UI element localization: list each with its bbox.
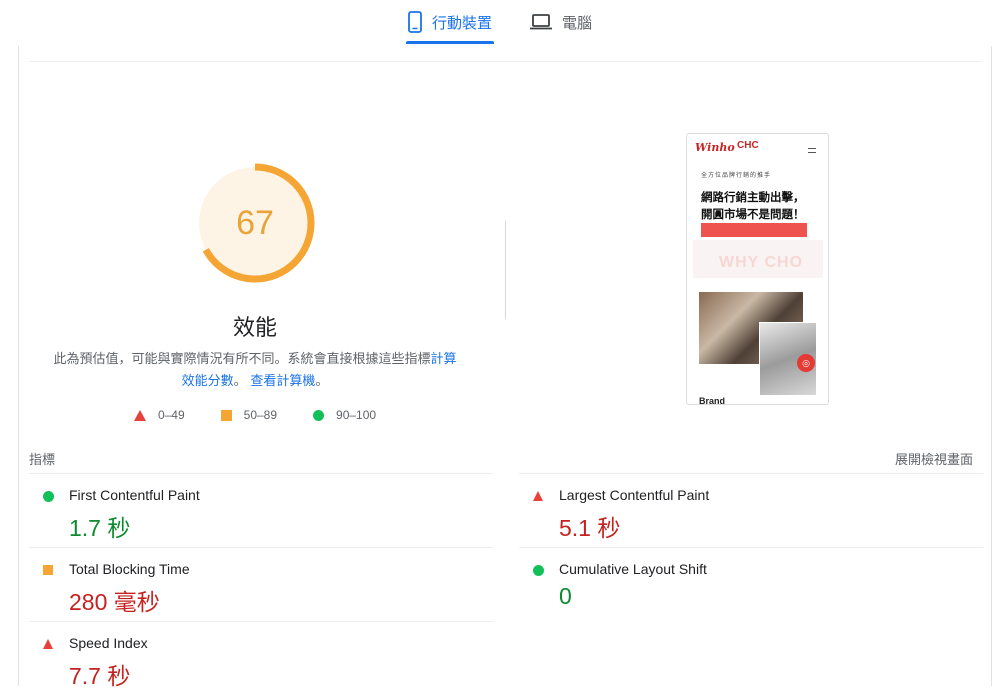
metric-value: 5.1 秒 — [559, 515, 621, 541]
legend-average: 50–89 — [220, 408, 278, 422]
mobile-icon — [408, 11, 422, 33]
performance-score: 67 — [236, 203, 274, 242]
chc-logo: CHC — [737, 140, 759, 151]
metric-name: Speed Index — [69, 635, 148, 651]
hero-subtitle: 全方位品牌行銷的推手 — [701, 173, 772, 179]
metric-name: Cumulative Layout Shift — [559, 561, 707, 577]
tab-mobile-label: 行動裝置 — [431, 14, 492, 32]
fail-triangle-icon — [43, 639, 53, 649]
performance-description: 此為預估值，可能與實際情況有所不同。系統會直接根據這些指標計算效能分數。 查看計… — [49, 348, 461, 392]
average-square-icon — [220, 409, 232, 421]
legend-pass: 90–100 — [313, 408, 376, 422]
score-legend: 0–49 50–89 90–100 — [19, 408, 491, 422]
metrics-heading: 指標 — [29, 452, 56, 467]
description-text: 此為預估值，可能與實際情況有所不同。系統會直接根據這些指標 — [53, 351, 431, 366]
metric-name: First Contentful Paint — [69, 487, 200, 503]
hamburger-menu-icon — [808, 148, 816, 153]
pass-circle-icon — [313, 409, 325, 421]
hero-bar — [701, 223, 807, 237]
metric-value: 0 — [559, 583, 572, 609]
tab-desktop-label: 電腦 — [562, 14, 593, 32]
brand-text: Brand — [699, 396, 726, 405]
tab-desktop[interactable]: 電腦 — [528, 0, 594, 44]
legend-pass-label: 90–100 — [336, 408, 377, 422]
page-screenshot[interactable]: Winho CHC 全方位品牌行銷的推手 網路行銷主動出擊，開圓市場不是問題！ … — [686, 133, 829, 405]
robot-badge-icon: ◎ — [797, 354, 815, 372]
tab-mobile[interactable]: 行動裝置 — [405, 0, 495, 44]
metric-cls: Cumulative Layout Shift 0 — [519, 547, 983, 621]
metric-value: 280 毫秒 — [69, 589, 160, 615]
description-sep: 。 — [233, 373, 247, 388]
legend-fail: 0–49 — [133, 408, 185, 422]
metric-si: Speed Index 7.7 秒 — [29, 621, 493, 695]
pass-circle-icon — [43, 491, 54, 502]
vertical-divider — [505, 221, 506, 319]
fail-triangle-icon — [533, 491, 543, 501]
performance-gauge: 67 — [193, 161, 317, 285]
hero-bg-text: WHY CHO — [719, 254, 804, 271]
metric-fcp: First Contentful Paint 1.7 秒 — [29, 473, 493, 547]
fail-triangle-icon — [133, 409, 146, 421]
calculator-link[interactable]: 查看計算機 — [250, 373, 315, 388]
description-end: 。 — [315, 373, 329, 388]
legend-average-label: 50–89 — [243, 408, 278, 422]
metric-name: Largest Contentful Paint — [559, 487, 710, 503]
metric-value: 1.7 秒 — [69, 515, 131, 541]
legend-fail-label: 0–49 — [157, 408, 185, 422]
hero-headline: 網路行銷主動出擊，開圓市場不是問題！ — [701, 190, 805, 221]
metric-lcp: Largest Contentful Paint 5.1 秒 — [519, 473, 983, 547]
metric-name: Total Blocking Time — [69, 561, 190, 577]
average-square-icon — [43, 565, 53, 575]
winho-logo: Winho — [695, 141, 735, 154]
report-panel: 67 效能 此為預估值，可能與實際情況有所不同。系統會直接根據這些指標計算效能分… — [18, 46, 992, 689]
metric-tbt: Total Blocking Time 280 毫秒 — [29, 547, 493, 621]
performance-title: 效能 — [232, 315, 277, 340]
divider — [29, 61, 981, 62]
pass-circle-icon — [533, 565, 544, 576]
expand-view-toggle[interactable]: 展開檢視畫面 — [895, 449, 973, 468]
laptop-icon — [530, 14, 552, 30]
device-tabs: 行動裝置 電腦 — [0, 0, 1000, 46]
